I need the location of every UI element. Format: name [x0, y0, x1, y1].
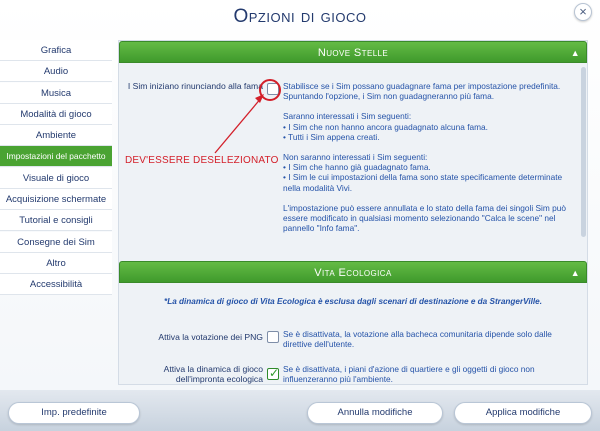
cancel-changes-button[interactable]: Annulla modifiche [307, 402, 443, 424]
game-options-window: Opzioni di gioco × Grafica Audio Musica … [0, 0, 600, 431]
apply-changes-button[interactable]: Applica modifiche [454, 402, 592, 424]
defaults-button[interactable]: Imp. predefinite [8, 402, 140, 424]
annotation-arrow-icon [214, 94, 264, 154]
annotation-label: DEV'ESSERE DESELEZIONATO [125, 155, 279, 166]
